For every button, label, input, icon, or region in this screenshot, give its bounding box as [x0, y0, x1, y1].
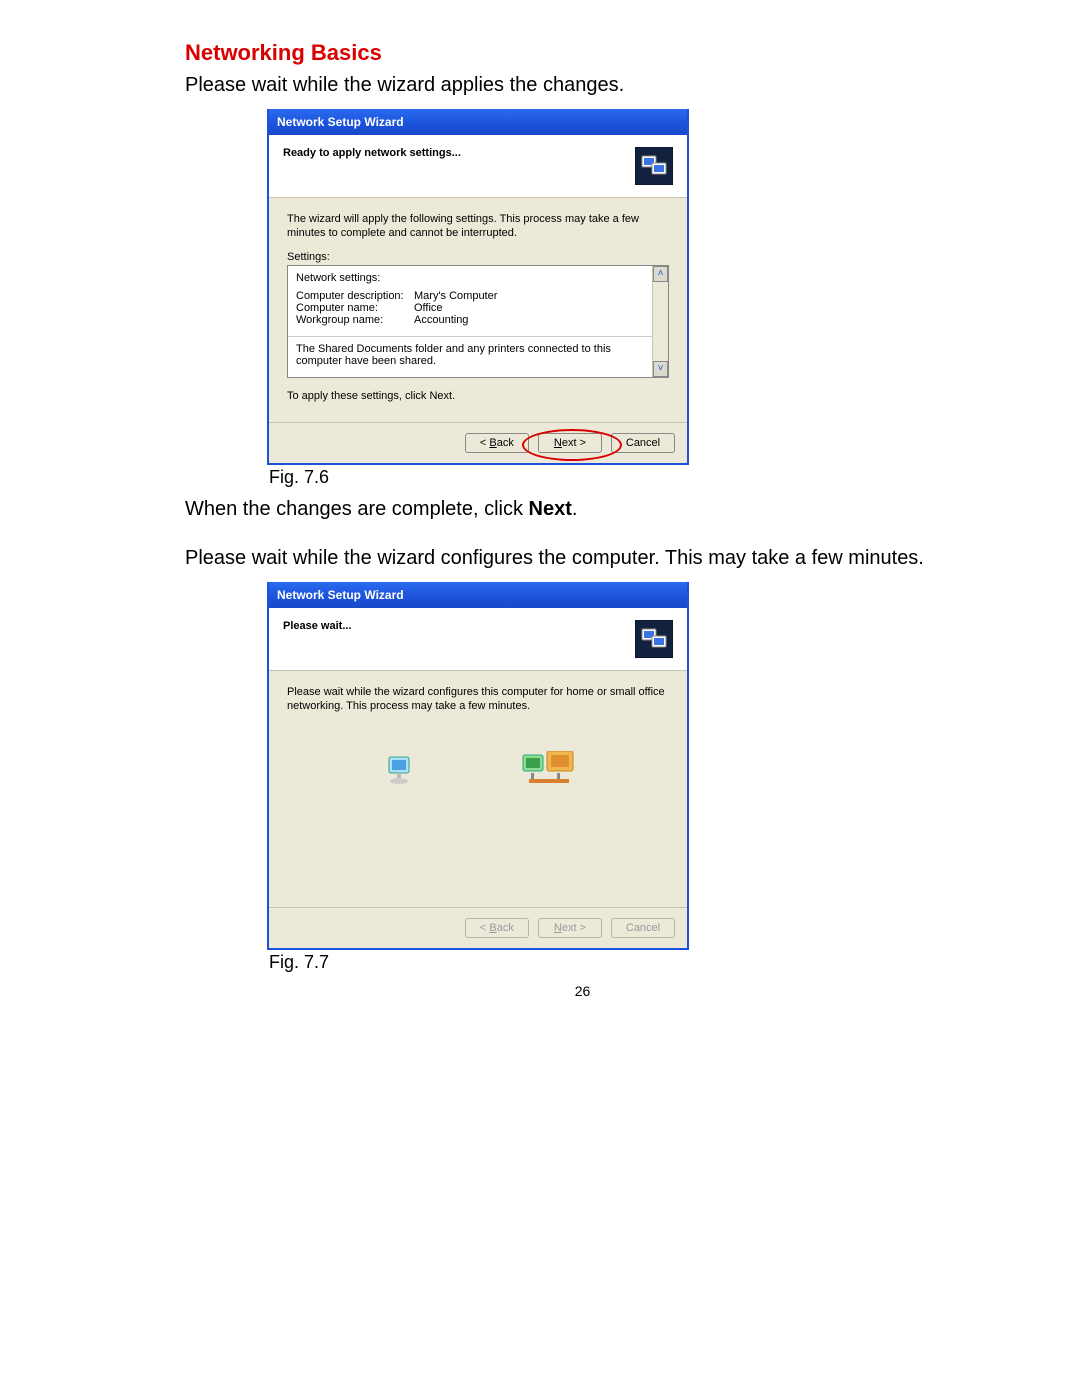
back-button: < Back	[465, 918, 529, 938]
wizard-header-title: Please wait...	[283, 620, 351, 632]
row-label: Computer description:	[296, 290, 414, 302]
wizard-body: The wizard will apply the following sett…	[269, 198, 687, 422]
row-value: Mary's Computer	[414, 290, 497, 302]
settings-heading: Network settings:	[296, 272, 660, 284]
network-icon	[635, 147, 673, 185]
next-button: Next >	[538, 918, 602, 938]
figure-caption-7-6: Fig. 7.6	[269, 467, 980, 488]
shared-text: The Shared Documents folder and any prin…	[296, 343, 660, 367]
p2-prefix: When the changes are complete, click	[185, 498, 529, 520]
cancel-button[interactable]: Cancel	[611, 433, 675, 453]
paragraph-3: Please wait while the wizard configures …	[185, 545, 980, 572]
page-number: 26	[185, 983, 980, 999]
wizard-header: Ready to apply network settings...	[269, 135, 687, 198]
p2-suffix: .	[572, 498, 578, 520]
p2-bold: Next	[529, 498, 572, 520]
scroll-down-icon[interactable]: ˅	[653, 361, 668, 377]
settings-label: Settings:	[287, 251, 669, 263]
computer-icon	[385, 755, 411, 781]
figure-caption-7-7: Fig. 7.7	[269, 952, 980, 973]
network-group-icon	[521, 751, 571, 785]
wizard-titlebar: Network Setup Wizard	[269, 582, 687, 608]
settings-box: Network settings: Computer description: …	[287, 265, 669, 378]
section-title: Networking Basics	[185, 40, 980, 66]
intro-text: The wizard will apply the following sett…	[287, 212, 669, 241]
wizard-titlebar: Network Setup Wizard	[269, 109, 687, 135]
separator	[288, 336, 668, 337]
next-button[interactable]: Next >	[538, 433, 602, 453]
progress-graphic	[287, 723, 669, 819]
wizard-header-title: Ready to apply network settings...	[283, 147, 461, 159]
paragraph-2: When the changes are complete, click Nex…	[185, 496, 980, 523]
table-row: Computer description: Mary's Computer	[296, 290, 660, 302]
wizard-fig-7-6: Network Setup Wizard Ready to apply netw…	[267, 109, 689, 465]
table-row: Workgroup name: Accounting	[296, 314, 660, 326]
row-value: Office	[414, 302, 443, 314]
paragraph-1: Please wait while the wizard applies the…	[185, 72, 980, 99]
row-label: Computer name:	[296, 302, 414, 314]
button-row: < Back Next > Cancel	[269, 422, 687, 463]
wait-text: Please wait while the wizard configures …	[287, 685, 669, 714]
row-label: Workgroup name:	[296, 314, 414, 326]
back-button[interactable]: < Back	[465, 433, 529, 453]
scrollbar[interactable]: ˄ ˅	[652, 266, 668, 377]
scroll-up-icon[interactable]: ˄	[653, 266, 668, 282]
row-value: Accounting	[414, 314, 468, 326]
wizard-fig-7-7: Network Setup Wizard Please wait... Plea…	[267, 582, 689, 950]
table-row: Computer name: Office	[296, 302, 660, 314]
network-icon	[635, 620, 673, 658]
wizard-body: Please wait while the wizard configures …	[269, 671, 687, 907]
button-row: < Back Next > Cancel	[269, 907, 687, 948]
cancel-button: Cancel	[611, 918, 675, 938]
wizard-header: Please wait...	[269, 608, 687, 671]
apply-instruction: To apply these settings, click Next.	[287, 390, 669, 402]
